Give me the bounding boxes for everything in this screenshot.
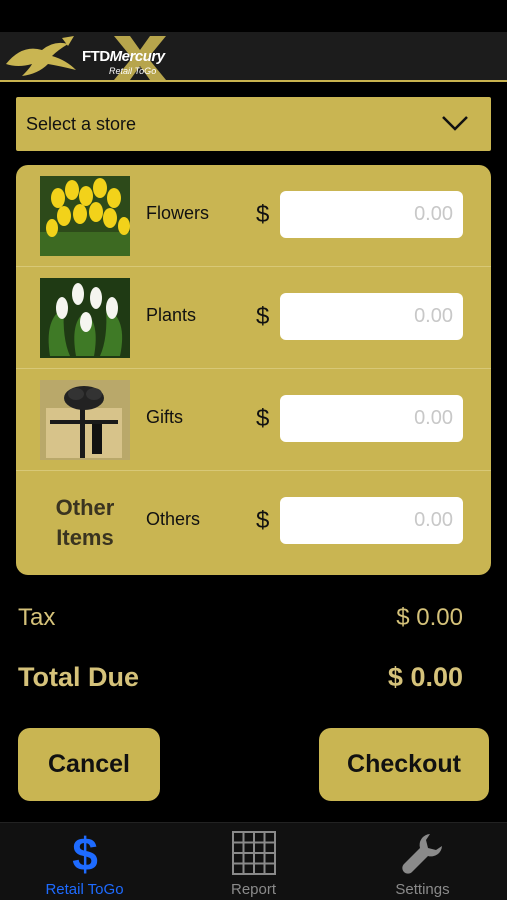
flowers-thumbnail bbox=[40, 176, 130, 256]
currency-symbol: $ bbox=[256, 201, 270, 228]
svg-text:$: $ bbox=[72, 830, 98, 876]
grid-icon bbox=[231, 831, 276, 875]
chevron-down-icon bbox=[442, 116, 468, 131]
category-label: Plants bbox=[146, 305, 197, 325]
peace-lily-icon bbox=[40, 278, 130, 358]
category-label: Others bbox=[146, 509, 201, 529]
app-header: FTDMercury Retail ToGo bbox=[0, 32, 507, 82]
other-items-line2: Items bbox=[56, 525, 114, 550]
plants-amount-input[interactable] bbox=[280, 293, 463, 340]
store-select-dropdown[interactable]: Select a store bbox=[16, 97, 491, 151]
category-row-gifts: Gifts $ bbox=[16, 369, 491, 471]
brand-name: FTDMercury bbox=[82, 48, 165, 65]
tulips-icon bbox=[40, 176, 130, 256]
brand-ftd: FTD bbox=[82, 48, 110, 65]
cancel-button[interactable]: Cancel bbox=[18, 728, 160, 801]
tab-report[interactable]: Report bbox=[169, 829, 338, 899]
currency-symbol: $ bbox=[256, 507, 270, 534]
checkout-button[interactable]: Checkout bbox=[319, 728, 489, 801]
brand-subtitle: Retail ToGo bbox=[109, 66, 157, 76]
bottom-tab-bar: $ Retail ToGo Report Settings bbox=[0, 822, 507, 900]
other-items-thumbnail: Other Items bbox=[40, 493, 130, 553]
tab-retail-togo[interactable]: $ Retail ToGo bbox=[0, 829, 169, 899]
store-select-label: Select a store bbox=[26, 114, 137, 134]
tax-value: $ 0.00 bbox=[396, 604, 463, 631]
currency-symbol: $ bbox=[256, 405, 270, 432]
ftd-mercury-logo: FTDMercury Retail ToGo bbox=[2, 34, 182, 80]
category-panel: Flowers $ Plants bbox=[16, 165, 491, 575]
gift-box-icon bbox=[40, 380, 130, 460]
others-amount-input[interactable] bbox=[280, 497, 463, 544]
wrench-icon bbox=[401, 834, 442, 874]
total-due-value: $ 0.00 bbox=[387, 662, 463, 692]
tab-label: Retail ToGo bbox=[45, 881, 124, 898]
gifts-thumbnail bbox=[40, 380, 130, 460]
tab-label: Report bbox=[230, 881, 277, 898]
category-label: Gifts bbox=[146, 407, 184, 427]
brand-mercury: Mercury bbox=[109, 48, 165, 65]
tab-label: Settings bbox=[395, 881, 450, 898]
category-row-others: Other Items Others $ bbox=[16, 471, 491, 573]
other-items-line1: Other bbox=[55, 495, 115, 520]
dollar-icon: $ bbox=[72, 830, 98, 876]
category-label: Flowers bbox=[146, 203, 210, 223]
plants-thumbnail bbox=[40, 278, 130, 358]
tax-label: Tax bbox=[18, 604, 56, 631]
flowers-amount-input[interactable] bbox=[280, 191, 463, 238]
status-bar bbox=[0, 0, 507, 32]
total-due-label: Total Due bbox=[18, 662, 139, 692]
category-row-flowers: Flowers $ bbox=[16, 165, 491, 267]
category-row-plants: Plants $ bbox=[16, 267, 491, 369]
currency-symbol: $ bbox=[256, 303, 270, 330]
gifts-amount-input[interactable] bbox=[280, 395, 463, 442]
tab-settings[interactable]: Settings bbox=[338, 829, 507, 899]
